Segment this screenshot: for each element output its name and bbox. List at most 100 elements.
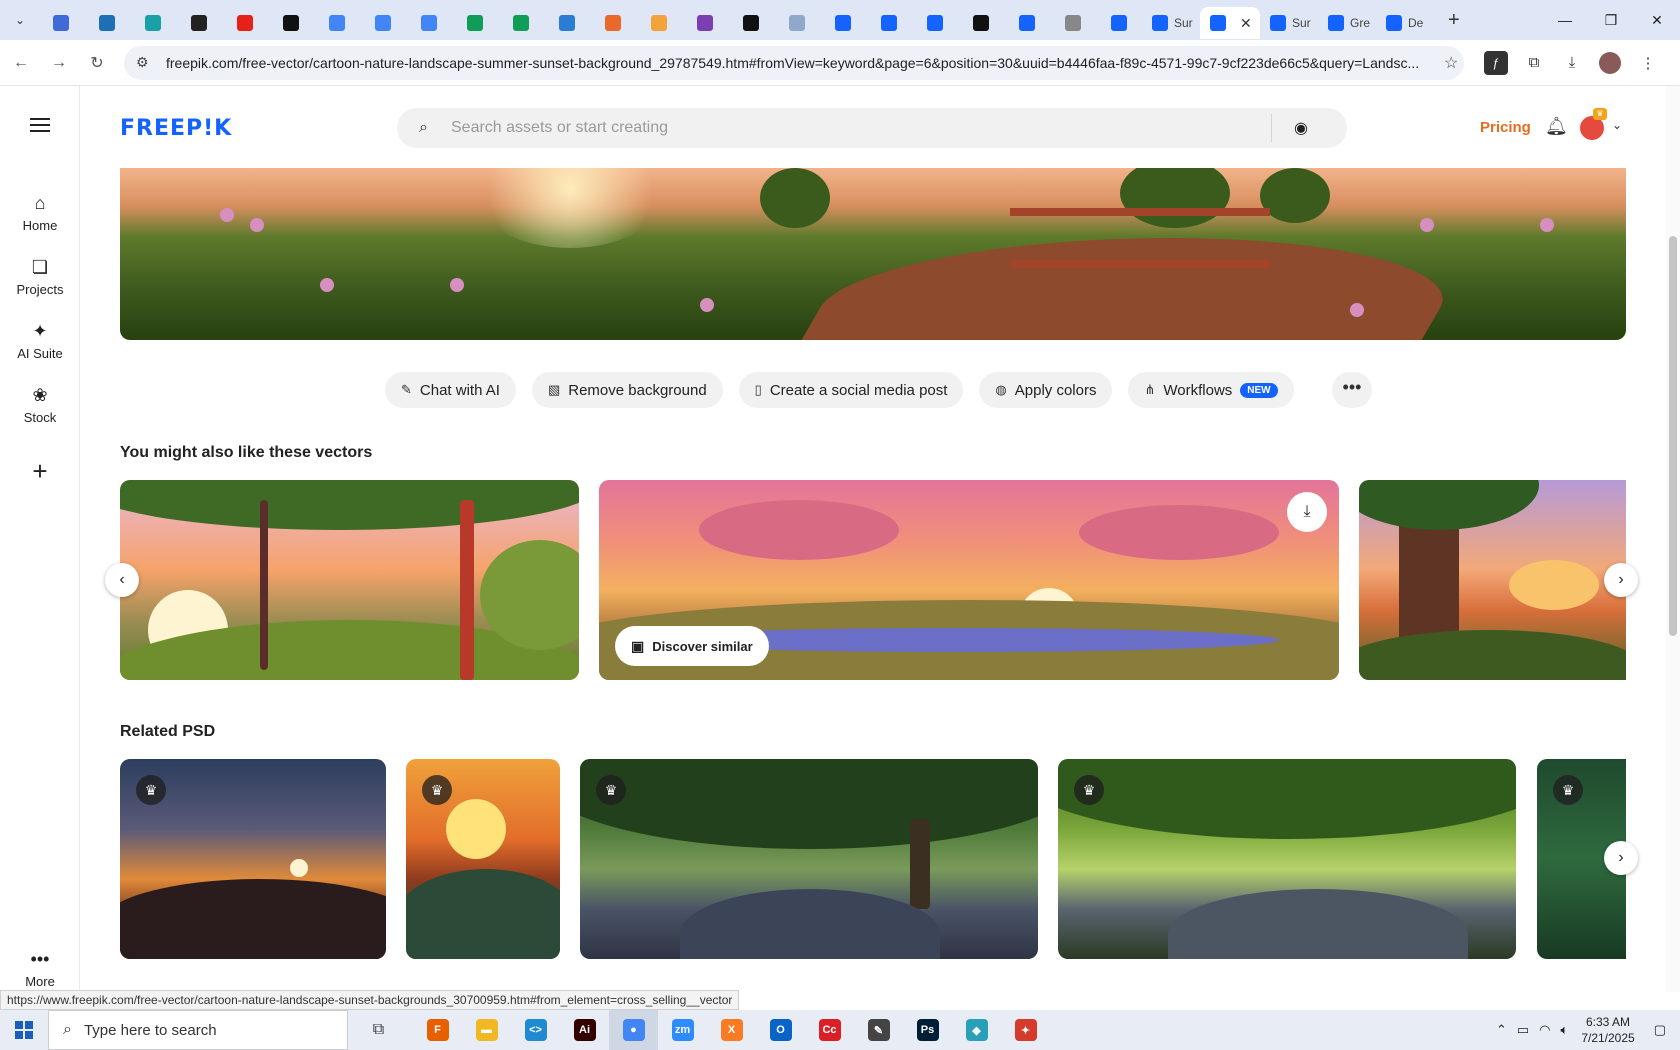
close-window-button[interactable]: ✕ [1634, 0, 1680, 40]
browser-tab[interactable] [636, 7, 682, 39]
browser-tab-active[interactable]: ✕ [1200, 7, 1260, 39]
browser-tab[interactable] [38, 7, 84, 39]
browser-tab[interactable] [406, 7, 452, 39]
notification-center-icon[interactable]: ▢ [1654, 1022, 1666, 1038]
pricing-link[interactable]: Pricing [1480, 119, 1531, 136]
vector-card-hovered[interactable]: ⤓ ▣ Discover similar [599, 480, 1339, 680]
profile-avatar[interactable] [1598, 51, 1622, 75]
restore-button[interactable]: ❐ [1588, 0, 1634, 40]
download-icon[interactable]: ⤓ [1287, 492, 1327, 532]
url-text[interactable]: freepik.com/free-vector/cartoon-nature-l… [166, 55, 1436, 71]
remove-background-button[interactable]: ▧ Remove background [531, 372, 723, 408]
site-info-icon[interactable]: ⚙ [136, 54, 158, 71]
taskbar-app-photoshop[interactable]: Ps [903, 1010, 952, 1050]
taskbar-app-pen-tool[interactable]: ✎ [854, 1010, 903, 1050]
rail-item-projects[interactable]: ❏ Projects [0, 256, 80, 297]
browser-tab[interactable] [774, 7, 820, 39]
browser-tab[interactable] [360, 7, 406, 39]
browser-tab[interactable]: Sur [1142, 7, 1200, 39]
browser-tab[interactable] [866, 7, 912, 39]
browser-tab[interactable]: De [1376, 7, 1434, 39]
taskbar-app-outlook[interactable]: O [756, 1010, 805, 1050]
psd-card[interactable]: ♛ [580, 759, 1038, 959]
vector-card[interactable] [1359, 480, 1626, 680]
browser-tab[interactable] [314, 7, 360, 39]
taskbar-app-app-figure[interactable]: ✦ [1001, 1010, 1050, 1050]
psd-card[interactable]: ♛ [406, 759, 560, 959]
reload-button[interactable]: ↻ [80, 46, 114, 80]
taskbar-clock[interactable]: 6:33 AM 7/21/2025 [1581, 1014, 1634, 1046]
vector-card[interactable] [120, 480, 579, 680]
taskbar-app-app-gem[interactable]: ◆ [952, 1010, 1001, 1050]
task-view-button[interactable]: ⧉ [354, 1010, 403, 1050]
downloads-icon[interactable]: ⤓ [1560, 51, 1584, 75]
taskbar-app-illustrator[interactable]: Ai [560, 1010, 609, 1050]
network-icon[interactable]: ▭ [1517, 1022, 1529, 1038]
browser-tab[interactable] [222, 7, 268, 39]
rail-item-more[interactable]: ••• More [0, 948, 80, 989]
create-social-post-button[interactable]: ▯ Create a social media post [738, 372, 964, 408]
taskbar-app-creative-cloud[interactable]: Cc [805, 1010, 854, 1050]
psd-carousel-next-button[interactable]: › [1604, 841, 1638, 875]
close-tab-icon[interactable]: ✕ [1240, 15, 1252, 32]
taskbar-app-file-explorer[interactable]: ▬ [462, 1010, 511, 1050]
back-button[interactable]: ← [4, 46, 38, 80]
browser-tab[interactable] [176, 7, 222, 39]
camera-search-icon[interactable]: ◉ [1272, 118, 1330, 138]
carousel-next-button[interactable]: › [1604, 563, 1638, 597]
extension-f-icon[interactable]: ƒ [1484, 50, 1508, 75]
browser-tab[interactable] [1050, 7, 1096, 39]
browser-tab[interactable] [590, 7, 636, 39]
rail-item-ai-suite[interactable]: ✦ AI Suite [0, 320, 80, 361]
browser-tab[interactable] [268, 7, 314, 39]
taskbar-app-zoom[interactable]: zm [658, 1010, 707, 1050]
browser-tab[interactable] [958, 7, 1004, 39]
browser-tab[interactable] [544, 7, 590, 39]
taskbar-app-xampp[interactable]: X [707, 1010, 756, 1050]
freepik-logo[interactable]: FREEP!K [120, 116, 232, 141]
psd-card[interactable]: ♛ [1058, 759, 1516, 959]
browser-menu-icon[interactable]: ⋮ [1636, 51, 1660, 75]
taskbar-app-chrome[interactable]: ● [609, 1010, 658, 1050]
taskbar-app-firefox[interactable]: F [413, 1010, 462, 1050]
chevron-up-icon[interactable]: ⌃ [1496, 1022, 1507, 1038]
notifications-bell-icon[interactable]: 🔔︎ [1545, 116, 1568, 137]
browser-tab[interactable] [728, 7, 774, 39]
search-input[interactable] [451, 119, 1271, 137]
chat-with-ai-button[interactable]: ✎ Chat with AI [385, 372, 516, 408]
taskbar-app-vscode[interactable]: <> [511, 1010, 560, 1050]
browser-tab[interactable]: Sur [1260, 7, 1318, 39]
volume-icon[interactable]: 🔈︎ [1561, 1022, 1569, 1038]
scrollbar-thumb[interactable] [1669, 236, 1677, 636]
psd-card[interactable]: ♛ [120, 759, 386, 959]
page-scrollbar[interactable] [1666, 86, 1680, 992]
wifi-icon[interactable]: ◠ [1539, 1022, 1550, 1038]
browser-tab[interactable] [84, 7, 130, 39]
browser-tab[interactable] [1096, 7, 1142, 39]
hamburger-menu-icon[interactable] [30, 118, 50, 132]
browser-tab[interactable] [682, 7, 728, 39]
browser-tab[interactable] [498, 7, 544, 39]
browser-tab[interactable] [452, 7, 498, 39]
discover-similar-button[interactable]: ▣ Discover similar [615, 626, 769, 666]
add-icon[interactable]: + [24, 456, 56, 488]
chevron-down-icon[interactable]: ⌄ [1612, 118, 1622, 132]
bookmark-star-icon[interactable]: ☆ [1444, 53, 1458, 73]
workflows-button[interactable]: ⋔ Workflows NEW [1128, 372, 1294, 408]
minimize-button[interactable]: — [1542, 0, 1588, 40]
extensions-icon[interactable]: ⧉ [1522, 51, 1546, 75]
more-actions-button[interactable]: ••• [1332, 372, 1372, 408]
browser-tab[interactable] [912, 7, 958, 39]
browser-tab[interactable] [1004, 7, 1050, 39]
browser-tab[interactable]: Gre [1318, 7, 1376, 39]
taskbar-search-box[interactable]: ⌕ Type here to search [48, 1010, 348, 1050]
forward-button[interactable]: → [42, 46, 76, 80]
carousel-prev-button[interactable]: ‹ [105, 563, 139, 597]
address-bar[interactable]: ⚙ freepik.com/free-vector/cartoon-nature… [124, 45, 1464, 80]
windows-start-button[interactable] [0, 1010, 48, 1050]
apply-colors-button[interactable]: ◍ Apply colors [979, 372, 1113, 408]
tab-search-menu-button[interactable]: ⌄ [6, 6, 34, 34]
rail-item-home[interactable]: ⌂ Home [0, 192, 80, 233]
rail-item-stock[interactable]: ❀ Stock [0, 384, 80, 425]
browser-tab[interactable] [130, 7, 176, 39]
